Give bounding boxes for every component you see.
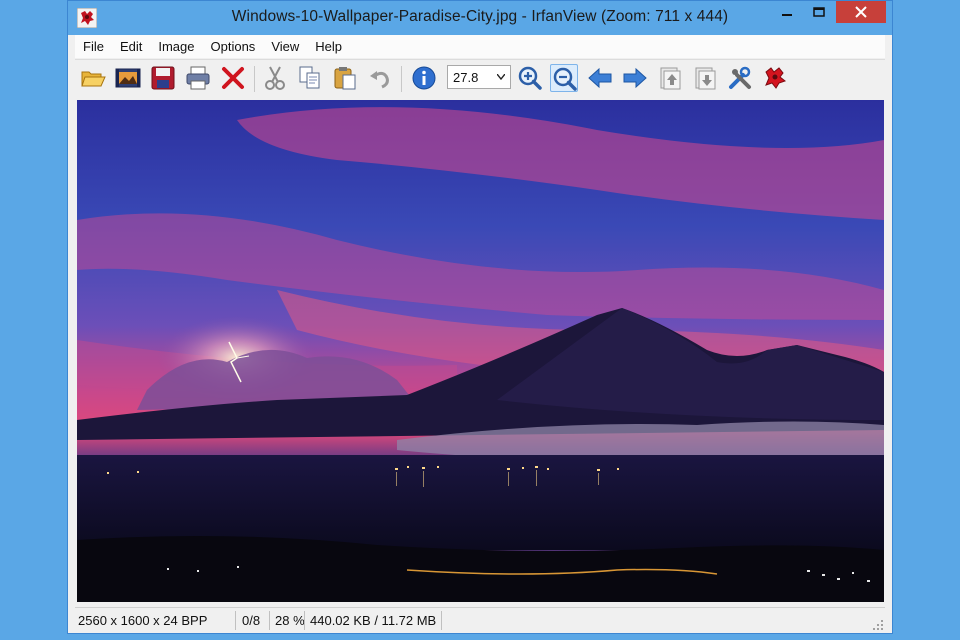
zoom-select[interactable]: 27.8: [447, 65, 511, 89]
status-size: 440.02 KB / 11.72 MB: [310, 613, 437, 628]
status-divider: [304, 611, 305, 630]
minimize-button[interactable]: [772, 1, 802, 23]
irfanview-window: Windows-10-Wallpaper-Paradise-City.jpg -…: [67, 0, 893, 634]
status-dimensions: 2560 x 1600 x 24 BPP: [78, 613, 208, 628]
zoom-in-button[interactable]: [516, 64, 544, 92]
resize-grip-icon[interactable]: [873, 620, 883, 630]
properties-icon: [729, 66, 751, 89]
status-zoom: 28 %: [275, 613, 305, 628]
paste-icon: [334, 67, 356, 90]
zoom-out-button[interactable]: [550, 64, 578, 92]
menu-options[interactable]: Options: [203, 35, 264, 58]
print-button[interactable]: [184, 64, 212, 92]
menu-file[interactable]: File: [75, 35, 112, 58]
last-page-icon: [695, 67, 716, 90]
image-viewport[interactable]: [77, 100, 884, 602]
previous-button[interactable]: [586, 64, 614, 92]
first-page-button[interactable]: [656, 64, 684, 92]
menu-bar: File Edit Image Options View Help: [75, 35, 885, 58]
menu-image[interactable]: Image: [150, 35, 202, 58]
first-page-icon: [660, 67, 681, 90]
previous-icon: [588, 67, 612, 89]
close-button[interactable]: [836, 1, 886, 23]
zoom-select-value: 27.8: [453, 70, 479, 85]
window-title: Windows-10-Wallpaper-Paradise-City.jpg -…: [231, 8, 729, 25]
delete-icon: [222, 67, 244, 89]
zoom-in-icon: [518, 66, 542, 90]
next-button[interactable]: [621, 64, 649, 92]
landscape-image: [77, 100, 884, 602]
paste-button[interactable]: [331, 64, 359, 92]
maximize-button[interactable]: [804, 1, 834, 23]
maximize-icon: [813, 7, 825, 17]
chevron-down-icon: [497, 74, 505, 80]
cut-button[interactable]: [261, 64, 289, 92]
toolbar-separator: [401, 66, 402, 92]
irfanview-logo-icon: [765, 67, 787, 89]
last-page-button[interactable]: [691, 64, 719, 92]
info-button[interactable]: [410, 64, 438, 92]
status-bar: 2560 x 1600 x 24 BPP 0/8 28 % 440.02 KB …: [75, 607, 885, 632]
menu-help[interactable]: Help: [307, 35, 350, 58]
slideshow-icon: [115, 68, 141, 88]
toolbar: 27.8: [75, 59, 885, 98]
next-icon: [623, 67, 647, 89]
status-divider: [269, 611, 270, 630]
status-divider: [441, 611, 442, 630]
menu-edit[interactable]: Edit: [112, 35, 150, 58]
close-icon: [855, 6, 867, 18]
delete-button[interactable]: [219, 64, 247, 92]
status-divider: [235, 611, 236, 630]
open-icon: [81, 71, 106, 87]
zoom-out-icon: [553, 67, 577, 91]
open-button[interactable]: [79, 64, 107, 92]
copy-button[interactable]: [296, 64, 324, 92]
undo-icon: [370, 71, 389, 89]
properties-button[interactable]: [726, 64, 754, 92]
copy-icon: [299, 66, 320, 89]
undo-button[interactable]: [366, 64, 394, 92]
menu-view[interactable]: View: [263, 35, 307, 58]
cut-icon: [265, 66, 285, 90]
info-icon: [412, 66, 436, 90]
slideshow-button[interactable]: [114, 64, 142, 92]
save-button[interactable]: [149, 64, 177, 92]
toolbar-separator: [254, 66, 255, 92]
irfanview-logo-button[interactable]: [761, 64, 789, 92]
print-icon: [186, 66, 210, 90]
status-index: 0/8: [242, 613, 261, 628]
minimize-icon: [782, 14, 792, 16]
save-icon: [151, 66, 175, 90]
title-bar[interactable]: Windows-10-Wallpaper-Paradise-City.jpg -…: [68, 1, 892, 35]
